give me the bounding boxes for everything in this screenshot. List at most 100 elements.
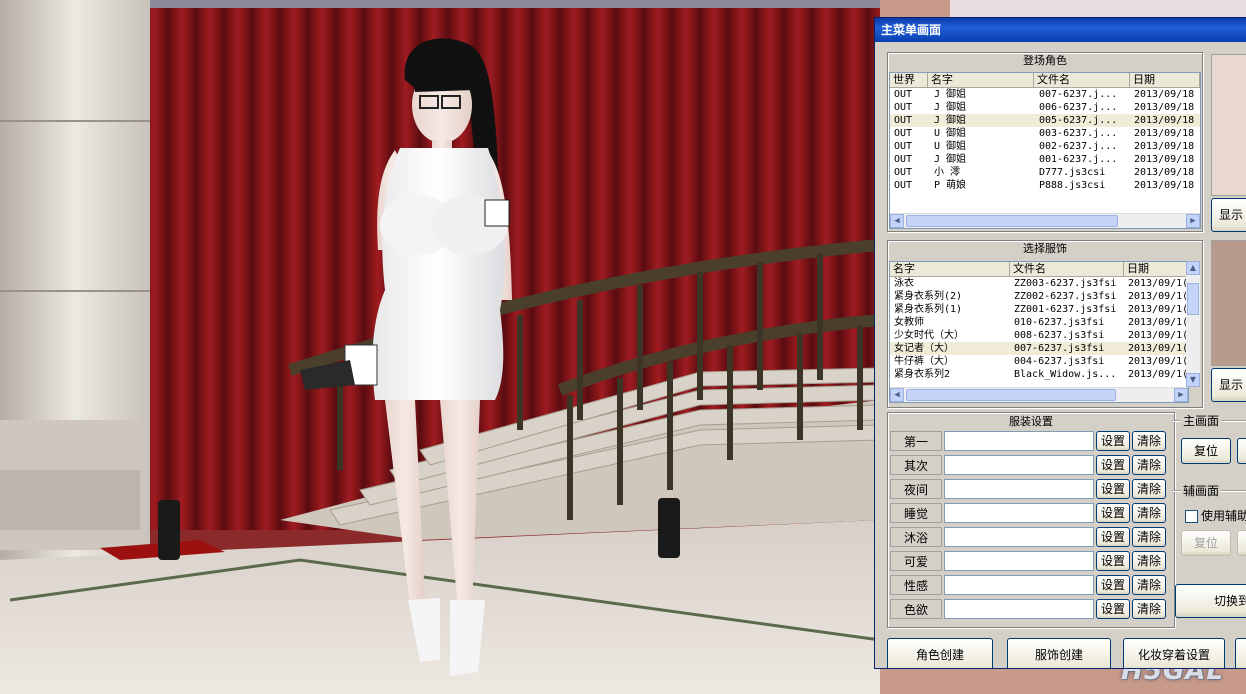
scroll-thumb[interactable] [906,215,1118,227]
main-center-button[interactable]: 居 [1237,438,1246,464]
col-file[interactable]: 文件名 [1034,73,1130,87]
outfit-set-button[interactable]: 设置 [1096,455,1130,475]
main-menu-window: 主菜单画面 登场角色 世界 名字 文件名 日期 OUT J 御姐 007-6237.… [874,17,1246,669]
outfit-set-button[interactable]: 设置 [1096,551,1130,571]
scroll-right-icon[interactable]: ▶ [1174,388,1188,402]
costume-row[interactable]: 女记者（大） 007-6237.js3fsi 2013/09/1( [890,342,1188,355]
col-date[interactable]: 日期 [1130,73,1200,87]
outfit-slot-field[interactable] [944,431,1094,451]
outfit-slot-field[interactable] [944,551,1094,571]
col-costume-date[interactable]: 日期 [1124,262,1188,276]
outfit-slot-field[interactable] [944,599,1094,619]
col-name[interactable]: 名字 [928,73,1034,87]
outfit-slot-field[interactable] [944,527,1094,547]
cell-name: J 御姐 [934,115,967,126]
cell-name: 泳衣 [894,278,914,289]
col-costume-file[interactable]: 文件名 [1010,262,1124,276]
col-world[interactable]: 世界 [890,73,928,87]
character-row[interactable]: OUT U 御姐 003-6237.j... 2013/09/18 : [890,127,1200,140]
outfit-set-button[interactable]: 设置 [1096,575,1130,595]
cell-date: 2013/09/1( [1128,291,1186,302]
cell-name: 紧身衣系列(2) [894,291,963,302]
costume-row[interactable]: 少女时代（大） 008-6237.js3fsi 2013/09/1( [890,329,1188,342]
character-row[interactable]: OUT 小 澪 D777.js3csi 2013/09/18 : [890,166,1200,179]
outfit-clear-button[interactable]: 清除 [1132,479,1166,499]
show-button-1[interactable]: 显示 [1211,198,1246,232]
outfit-clear-button[interactable]: 清除 [1132,575,1166,595]
aux-checkbox-label[interactable]: 使用辅助 [1201,507,1246,524]
character-row[interactable]: OUT J 御姐 005-6237.j... 2013/09/18 : [890,114,1200,127]
characters-list[interactable]: 世界 名字 文件名 日期 OUT J 御姐 007-6237.j... 2013/09… [889,72,1201,229]
switch-button[interactable]: 切换到 [1175,584,1246,618]
cell-name: 紧身衣系列(1) [894,304,963,315]
outfit-set-button[interactable]: 设置 [1096,479,1130,499]
cell-date: 2013/09/18 : [1134,102,1201,113]
cell-world: OUT [894,89,913,100]
outfit-slot-field[interactable] [944,503,1094,523]
costumes-group-title: 选择服饰 [1023,242,1067,255]
costumes-vscrollbar[interactable]: ▲ ▼ [1186,261,1200,387]
aux-center-button[interactable]: 居 [1237,530,1246,556]
outfit-clear-button[interactable]: 清除 [1132,503,1166,523]
aux-reset-button[interactable]: 复位 [1181,530,1231,556]
outfit-set-button[interactable]: 设置 [1096,527,1130,547]
outfit-slot-label: 睡觉 [890,503,942,523]
dress-settings-button[interactable]: 化妆穿着设置 [1123,638,1225,668]
outfit-clear-button[interactable]: 清除 [1132,527,1166,547]
outfit-clear-button[interactable]: 清除 [1132,599,1166,619]
outfit-set-button[interactable]: 设置 [1096,599,1130,619]
main-reset-button[interactable]: 复位 [1181,438,1231,464]
col-costume-name[interactable]: 名字 [890,262,1010,276]
scroll-right-icon[interactable]: ▶ [1186,214,1200,228]
create-character-button[interactable]: 角色创建 [887,638,993,668]
scroll-up-icon[interactable]: ▲ [1186,261,1200,275]
cell-date: 2013/09/18 : [1134,89,1201,100]
outfit-clear-button[interactable]: 清除 [1132,551,1166,571]
costume-row[interactable]: 女教师 010-6237.js3fsi 2013/09/1( [890,316,1188,329]
costumes-hscrollbar[interactable]: ◀ ▶ [890,387,1188,402]
character-row[interactable]: OUT J 御姐 001-6237.j... 2013/09/18 : [890,153,1200,166]
preview-thumb-1 [1211,54,1246,196]
costume-row[interactable]: 紧身衣系列2 Black_Widow.js... 2013/09/1( [890,368,1188,381]
outfit-slot-field[interactable] [944,575,1094,595]
window-body: 登场角色 世界 名字 文件名 日期 OUT J 御姐 007-6237.j... 20… [875,42,1246,668]
outfit-slot-field[interactable] [944,479,1094,499]
scroll-thumb[interactable] [906,389,1116,401]
character-row[interactable]: OUT P 萌娘 P888.js3csi 2013/09/18 : [890,179,1200,192]
cell-file: ZZ001-6237.js3fsi [1014,304,1117,315]
cell-name: 女记者（大） [894,343,954,354]
characters-list-header: 世界 名字 文件名 日期 [890,73,1200,88]
character-row[interactable]: OUT U 御姐 002-6237.j... 2013/09/18 : [890,140,1200,153]
cell-world: OUT [894,180,913,191]
characters-group: 登场角色 世界 名字 文件名 日期 OUT J 御姐 007-6237.j... 20… [887,52,1203,232]
characters-hscrollbar[interactable]: ◀ ▶ [890,213,1200,228]
scroll-left-icon[interactable]: ◀ [890,214,904,228]
outfit-slot-label: 可爱 [890,551,942,571]
window-title[interactable]: 主菜单画面 [875,18,1246,42]
scroll-left-icon[interactable]: ◀ [890,388,904,402]
costume-row[interactable]: 紧身衣系列(2) ZZ002-6237.js3fsi 2013/09/1( [890,290,1188,303]
costumes-list[interactable]: 名字 文件名 日期 泳衣 ZZ003-6237.js3fsi 2013/09/1(紧… [889,261,1189,403]
cell-world: OUT [894,128,913,139]
costumes-list-header: 名字 文件名 日期 [890,262,1188,277]
cell-file: 008-6237.js3fsi [1014,330,1105,341]
show-button-2[interactable]: 显示 [1211,368,1246,402]
extra-button[interactable] [1235,638,1246,668]
cell-date: 2013/09/1( [1128,278,1186,289]
costume-row[interactable]: 紧身衣系列(1) ZZ001-6237.js3fsi 2013/09/1( [890,303,1188,316]
outfit-slot-field[interactable] [944,455,1094,475]
outfit-clear-button[interactable]: 清除 [1132,455,1166,475]
outfit-set-button[interactable]: 设置 [1096,431,1130,451]
scroll-down-icon[interactable]: ▼ [1186,373,1200,387]
costume-row[interactable]: 牛仔裤（大） 004-6237.js3fsi 2013/09/1( [890,355,1188,368]
outfit-clear-button[interactable]: 清除 [1132,431,1166,451]
character-row[interactable]: OUT J 御姐 007-6237.j... 2013/09/18 : [890,88,1200,101]
aux-checkbox[interactable] [1185,510,1198,523]
character-row[interactable]: OUT J 御姐 006-6237.j... 2013/09/18 : [890,101,1200,114]
scroll-thumb[interactable] [1187,283,1199,315]
create-costume-button[interactable]: 服饰创建 [1007,638,1111,668]
outfit-set-button[interactable]: 设置 [1096,503,1130,523]
aux-screen-title: 辅画面 [1181,482,1222,499]
cell-world: OUT [894,154,913,165]
costume-row[interactable]: 泳衣 ZZ003-6237.js3fsi 2013/09/1( [890,277,1188,290]
